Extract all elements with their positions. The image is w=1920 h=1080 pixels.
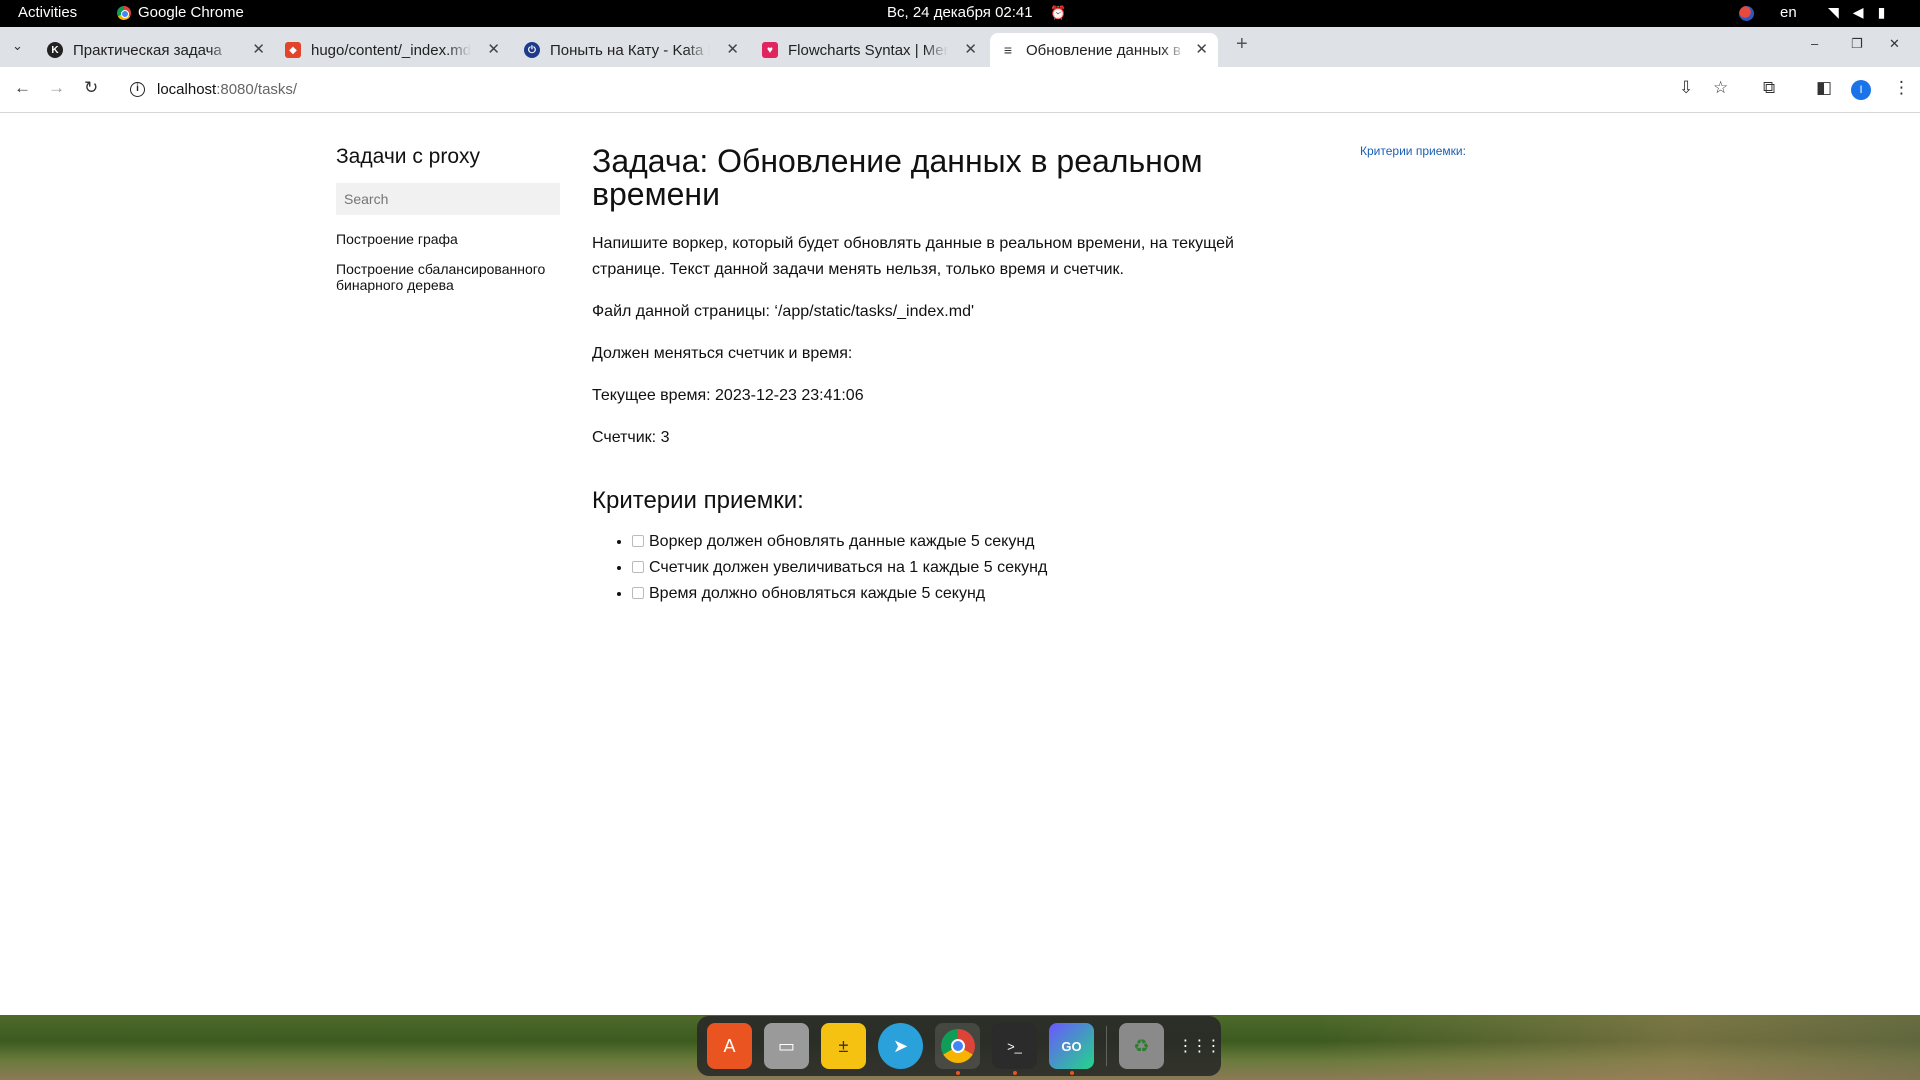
sidebar-title[interactable]: Задачи с proxy (336, 145, 560, 169)
restore-button[interactable]: ❐ (1851, 36, 1863, 52)
chrome-menu-icon[interactable]: ⋮ (1893, 78, 1910, 98)
criteria-list: Воркер должен обновлять данные каждые 5 … (592, 529, 1272, 607)
new-tab-button[interactable]: + (1236, 33, 1248, 56)
side-panel-icon[interactable]: ◧ (1816, 78, 1832, 98)
tab-title: Flowcharts Syntax | Mermaid (788, 41, 948, 59)
url-path: :8080/tasks/ (216, 81, 298, 98)
minimize-button[interactable]: – (1811, 36, 1818, 51)
tab-close-icon[interactable]: ✕ (1195, 40, 1208, 58)
tab-mermaid[interactable]: ♥ Flowcharts Syntax | Mermaid ✕ (762, 33, 977, 67)
sidebar-link-balanced-tree[interactable]: Построение сбалансированного бинарного д… (336, 261, 560, 293)
dock: A ▭ ± ➤ >_ GO ♻ ⋮⋮⋮ (697, 1016, 1221, 1076)
install-app-icon[interactable]: ⇩ (1679, 78, 1693, 98)
tab-strip: ⌄ K Практическая задача ✕ ◆ hugo/content… (0, 27, 1920, 67)
criteria-item: Время должно обновляться каждые 5 секунд (632, 581, 1272, 607)
tab-gitlab[interactable]: ◆ hugo/content/_index.md ✕ (285, 33, 500, 67)
dock-separator (1106, 1026, 1107, 1066)
task-description: Напишите воркер, который будет обновлять… (592, 235, 1234, 278)
tab-close-icon[interactable]: ✕ (252, 40, 265, 58)
kata-icon: K (47, 42, 63, 58)
criteria-heading: Критерии приемки: (592, 487, 804, 514)
docs-sidebar: Задачи с proxy Построение графа Построен… (336, 145, 560, 307)
chrome-icon (940, 1029, 975, 1063)
tab-practical-task[interactable]: K Практическая задача ✕ (47, 33, 265, 67)
tab-close-icon[interactable]: ✕ (487, 40, 500, 58)
calculator-icon[interactable]: ± (821, 1023, 866, 1069)
counter-text: Счетчик: 3 (592, 429, 670, 446)
telegram-icon[interactable]: ➤ (878, 1023, 923, 1069)
criteria-checkbox[interactable] (632, 587, 644, 599)
terminal-icon[interactable]: >_ (992, 1023, 1037, 1075)
close-window-button[interactable]: ✕ (1889, 36, 1900, 52)
back-button[interactable]: ← (14, 78, 31, 98)
app-menu[interactable]: Google Chrome (117, 4, 244, 21)
sidebar-link-graph[interactable]: Построение графа (336, 231, 560, 247)
wifi-icon: ◥ (1828, 4, 1839, 20)
file-path-text: Файл данной страницы: ‘/app/static/tasks… (592, 303, 975, 320)
address-bar[interactable]: i localhost:8080/tasks/ (125, 73, 1645, 107)
system-menu[interactable]: ◥ ◀ ▮ (1828, 4, 1885, 21)
app-center-icon[interactable]: A (707, 1023, 752, 1069)
indicator-app-icon[interactable] (1739, 6, 1754, 21)
goland-icon[interactable]: GO (1049, 1023, 1094, 1075)
site-info-icon[interactable]: i (130, 82, 145, 97)
url-host: localhost (157, 81, 217, 98)
page-title: Задача: Обновление данных в реальном вре… (592, 143, 1203, 212)
search-input[interactable] (336, 183, 560, 215)
tab-title: Практическая задача (73, 41, 222, 59)
tab-title: hugo/content/_index.md (311, 41, 471, 59)
document-icon: ≡ (1003, 42, 1013, 58)
criteria-item: Счетчик должен увеличиваться на 1 каждые… (632, 555, 1272, 581)
toc-link-criteria[interactable]: Критерии приемки: (1360, 144, 1466, 158)
requirement-text: Должен меняться счетчик и время: (592, 345, 853, 362)
battery-icon: ▮ (1877, 4, 1886, 20)
criteria-label: Время должно обновляться каждые 5 секунд (649, 585, 986, 602)
article: Задача: Обновление данных в реальном вре… (592, 145, 1272, 607)
browser-toolbar: ← → ↻ i localhost:8080/tasks/ ⇩ ☆ ⧉ ◧ I … (0, 67, 1920, 113)
criteria-item: Воркер должен обновлять данные каждые 5 … (632, 529, 1272, 555)
power-icon: ⏻ (524, 42, 540, 58)
url-text[interactable]: localhost:8080/tasks/ (157, 81, 297, 98)
extensions-icon[interactable]: ⧉ (1763, 78, 1775, 98)
sidebar-nav: Построение графа Построение сбалансирова… (336, 231, 560, 293)
profile-avatar[interactable]: I (1851, 80, 1871, 100)
trash-icon[interactable]: ♻ (1118, 1023, 1164, 1069)
app-name-label: Google Chrome (138, 4, 244, 21)
tab-realtime-update[interactable]: ≡ Обновление данных в реальном ✕ (990, 33, 1218, 67)
tab-search-chevron-icon[interactable]: ⌄ (12, 38, 23, 54)
mermaid-icon: ♥ (762, 42, 778, 58)
current-time-text: Текущее время: 2023-12-23 23:41:06 (592, 387, 864, 404)
criteria-checkbox[interactable] (632, 561, 644, 573)
bookmark-star-icon[interactable]: ☆ (1713, 78, 1728, 98)
show-apps-icon[interactable]: ⋮⋮⋮ (1176, 1023, 1221, 1069)
tab-title: Поныть на Кату - Kata M (550, 41, 710, 59)
gitlab-icon: ◆ (285, 42, 301, 58)
keyboard-layout-indicator[interactable]: en (1780, 4, 1797, 21)
chrome-icon (117, 5, 131, 20)
system-top-bar: Activities Google Chrome Вс, 24 декабря … (0, 0, 1920, 27)
criteria-label: Воркер должен обновлять данные каждые 5 … (649, 533, 1035, 550)
activities-button[interactable]: Activities (18, 4, 77, 21)
reload-button[interactable]: ↻ (84, 78, 98, 98)
forward-button[interactable]: → (48, 78, 65, 98)
alarm-icon: ⏰ (1050, 5, 1067, 20)
clock[interactable]: Вс, 24 декабря 02:41 (887, 4, 1033, 21)
chrome-dock-item[interactable] (935, 1023, 980, 1075)
criteria-checkbox[interactable] (632, 535, 644, 547)
tab-close-icon[interactable]: ✕ (726, 40, 739, 58)
files-icon[interactable]: ▭ (764, 1023, 809, 1069)
tab-close-icon[interactable]: ✕ (964, 40, 977, 58)
tab-title: Обновление данных в реальном (1026, 41, 1186, 59)
criteria-label: Счетчик должен увеличиваться на 1 каждые… (649, 559, 1048, 576)
volume-icon: ◀ (1852, 4, 1864, 20)
tab-kata[interactable]: ⏻ Поныть на Кату - Kata M ✕ (524, 33, 739, 67)
